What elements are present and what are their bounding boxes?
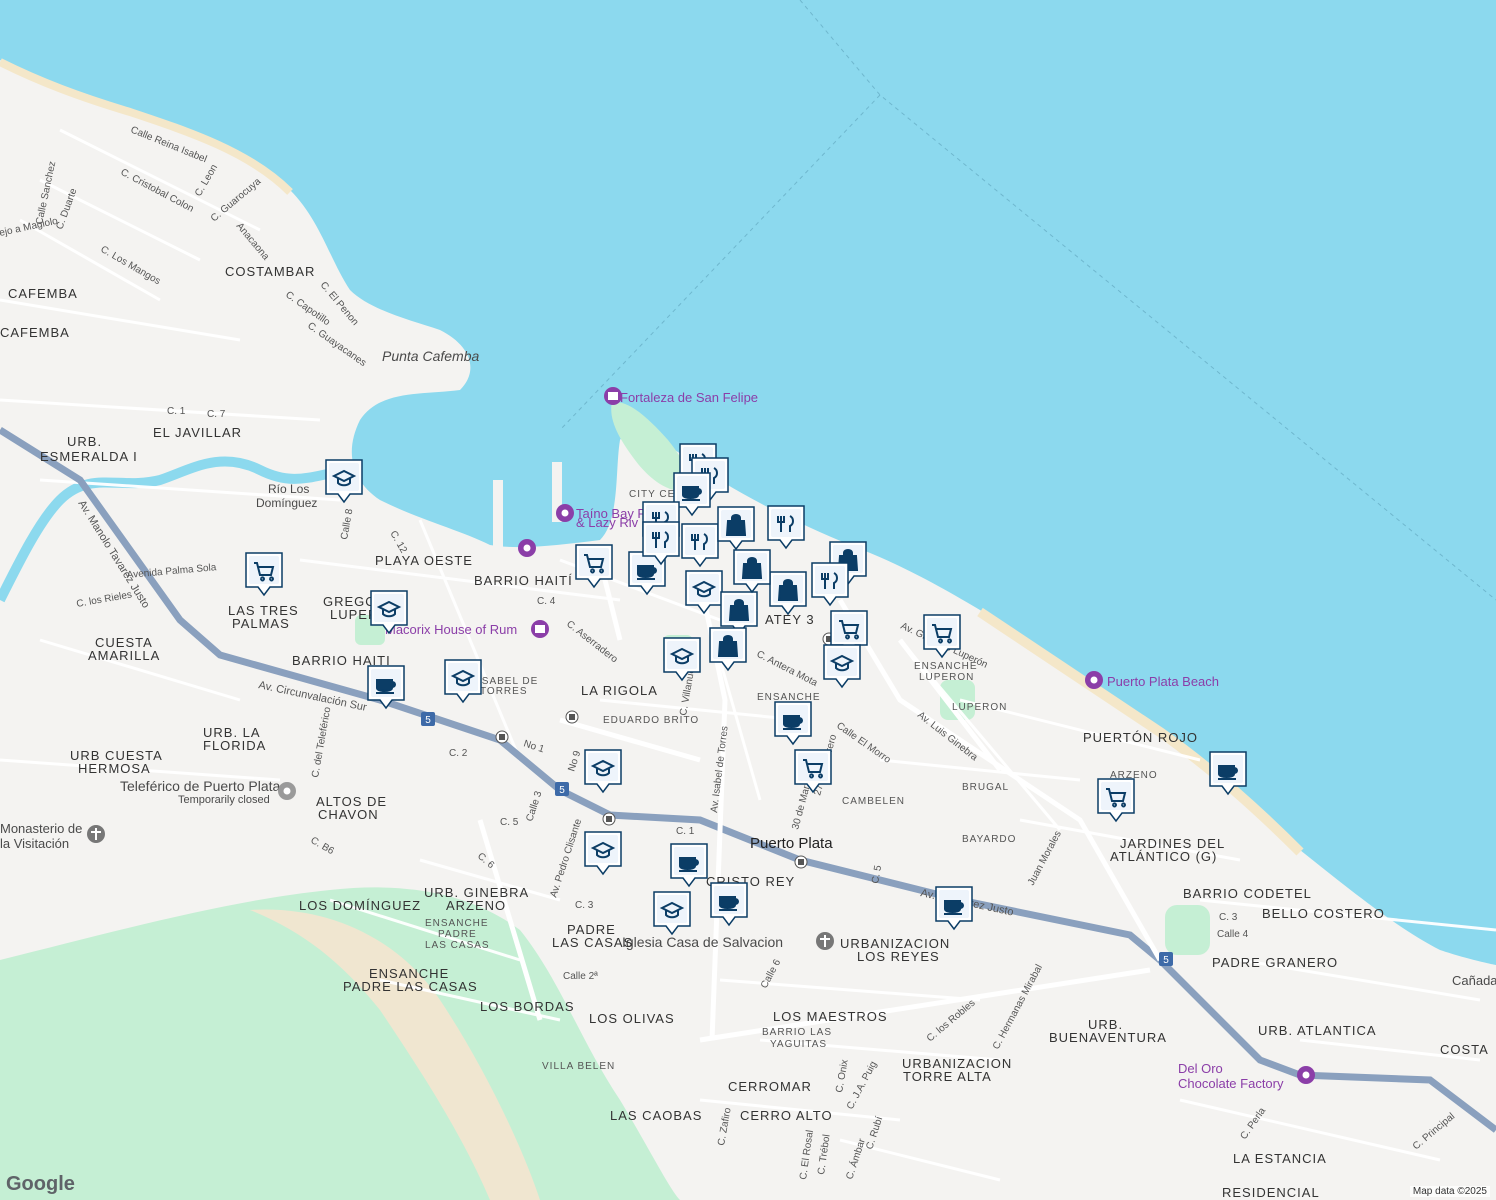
pier-2 <box>493 480 503 550</box>
nb-playa-oeste: PLAYA OESTE <box>375 553 473 568</box>
highway-shield-3: 5 <box>1159 952 1173 966</box>
poi-label-fortaleza[interactable]: Fortaleza de San Felipe <box>620 390 758 405</box>
label-punta-cafemba: Punta Cafemba <box>382 348 479 364</box>
camera-icon[interactable] <box>518 539 536 557</box>
label-canada: Cañada <box>1452 973 1496 988</box>
poi-label-iglesia[interactable]: Iglesia Casa de Salvacion <box>622 934 783 950</box>
nb-las-caobas: LAS CAOBAS <box>610 1108 702 1123</box>
svg-text:5: 5 <box>1163 955 1169 966</box>
camera-icon[interactable] <box>1085 671 1103 689</box>
museum-icon[interactable] <box>604 387 622 405</box>
svg-text:5: 5 <box>425 715 431 726</box>
nb-la-estancia: LA ESTANCIA <box>1233 1151 1327 1166</box>
street-calle-4: Calle 4 <box>1217 929 1249 940</box>
nb-las-yaguitas: BARRIO LAS <box>762 1027 832 1038</box>
street-c7: C. 7 <box>207 409 226 420</box>
bus-stop-icon[interactable] <box>602 812 616 826</box>
poi-label-monasterio[interactable]: Monasterio de <box>0 821 82 836</box>
nb-buenaventura-2: BUENAVENTURA <box>1049 1030 1167 1045</box>
street-c4: C. 4 <box>537 596 556 607</box>
nb-batey: ATEY 3 <box>765 612 815 627</box>
map-canvas[interactable]: Fortaleza de San Felipe Taíno Bay P… & L… <box>0 0 1496 1200</box>
nb-las-yaguitas-2: YAGUITAS <box>770 1039 827 1050</box>
nb-puerton-rojo: PUERTÓN ROJO <box>1083 730 1198 745</box>
nb-ensanche-plc-2: PADRE LAS CASAS <box>343 979 478 994</box>
nb-luperon: LUPERON <box>952 702 1007 713</box>
nb-esmeralda: URB. <box>67 434 102 449</box>
nb-residencial: RESIDENCIAL <box>1222 1185 1320 1200</box>
nb-cerromar: CERROMAR <box>728 1079 812 1094</box>
nb-atlantica: URB. ATLANTICA <box>1258 1023 1377 1038</box>
nb-los-maestros: LOS MAESTROS <box>773 1009 888 1024</box>
nb-cerro-alto: CERRO ALTO <box>740 1108 833 1123</box>
museum-icon[interactable] <box>531 620 549 638</box>
label-rio-los-dominguez-2: Domínguez <box>256 496 317 510</box>
street-c3-b: C. 3 <box>1219 912 1238 923</box>
nb-ensanche-plc-small-3: LAS CASAS <box>425 940 490 951</box>
label-rio-los-dominguez: Río Los <box>268 482 309 496</box>
camera-icon[interactable] <box>1297 1066 1315 1084</box>
street-c1-b: C. 1 <box>676 826 695 837</box>
nb-villa-belen: VILLA BELEN <box>542 1061 615 1072</box>
poi-label-teleferico[interactable]: Teleférico de Puerto Plata <box>120 778 281 794</box>
nb-codetel: BARRIO CODETEL <box>1183 886 1312 901</box>
street-c5: C. 5 <box>500 817 519 828</box>
nb-los-dominguez: LOS DOMÍNGUEZ <box>299 898 421 913</box>
camera-icon[interactable] <box>556 504 574 522</box>
city-label: Puerto Plata <box>750 835 833 852</box>
camera-icon[interactable] <box>278 782 296 800</box>
nb-padre-las-casas-2: LAS CASAS <box>552 935 633 950</box>
poi-label-taino-bay-2[interactable]: & Lazy Riv <box>576 515 639 530</box>
street-c3: C. 3 <box>575 900 594 911</box>
poi-label-chocolate-2[interactable]: Chocolate Factory <box>1178 1076 1284 1091</box>
nb-cuesta-hermosa-2: HERMOSA <box>78 761 151 776</box>
nb-padre-granero: PADRE GRANERO <box>1212 955 1338 970</box>
map-attribution[interactable]: Map data ©2025 <box>1409 1186 1490 1197</box>
nb-cafemba-2: CAFEMBA <box>0 325 70 340</box>
nb-torre-alta-2: TORRE ALTA <box>903 1069 992 1084</box>
highway-shield-2: 5 <box>555 782 569 796</box>
street-c2-a: C. 2 <box>449 748 468 759</box>
nb-barrio-haiti-1: BARRIO HAITÍ <box>474 573 573 588</box>
highway-shield-1: 5 <box>421 712 435 726</box>
nb-la-rigola: LA RIGOLA <box>581 683 658 698</box>
nb-ensanche-plc-small-2: PADRE <box>438 929 477 940</box>
nb-tres-palmas-2: PALMAS <box>232 616 290 631</box>
nb-cuesta-amarilla-2: AMARILLA <box>88 648 160 663</box>
nb-el-javillar: EL JAVILLAR <box>153 425 242 440</box>
nb-isabel-torres-2: TORRES <box>480 686 528 697</box>
nb-ensanche-luperon-2: LUPERON <box>919 672 974 683</box>
poi-label-chocolate[interactable]: Del Oro <box>1178 1061 1223 1076</box>
svg-text:5: 5 <box>559 785 565 796</box>
poi-label-teleferico-note: Temporarily closed <box>178 794 270 806</box>
nb-cafemba: CAFEMBA <box>8 286 78 301</box>
nb-brugal: BRUGAL <box>962 782 1009 793</box>
street-calle-2a: Calle 2ª <box>563 971 598 982</box>
poi-label-monasterio-2[interactable]: la Visitación <box>0 836 69 851</box>
bus-stop-icon[interactable] <box>794 855 808 869</box>
nb-costambar: COSTAMBAR <box>225 264 315 279</box>
nb-city-center: CITY CE <box>629 489 675 500</box>
bus-stop-icon[interactable] <box>495 730 509 744</box>
poi-label-beach[interactable]: Puerto Plata Beach <box>1107 674 1219 689</box>
church-icon[interactable] <box>87 825 105 843</box>
nb-los-olivas: LOS OLIVAS <box>589 1011 675 1026</box>
nb-ensanche-plc-small: ENSANCHE <box>425 918 489 929</box>
nb-esmeralda-2: ESMERALDA I <box>40 449 138 464</box>
nb-bello-costero: BELLO COSTERO <box>1262 906 1385 921</box>
street-c1-a: C. 1 <box>167 406 186 417</box>
nb-cambelen: CAMBELEN <box>842 796 905 807</box>
google-logo: Google <box>6 1173 75 1195</box>
nb-bayardo: BAYARDO <box>962 834 1016 845</box>
nb-costa: COSTA <box>1440 1042 1489 1057</box>
nb-jardines-2: ATLÁNTICO (G) <box>1110 849 1217 864</box>
nb-los-reyes-2: LOS REYES <box>857 949 940 964</box>
bus-stop-icon[interactable] <box>565 710 579 724</box>
church-icon[interactable] <box>816 932 834 950</box>
nb-la-florida-2: FLORIDA <box>203 738 266 753</box>
nb-los-bordas: LOS BORDAS <box>480 999 575 1014</box>
park-codetel <box>1165 905 1210 955</box>
nb-altos-chavon-2: CHAVON <box>318 807 379 822</box>
nb-ginebra-arzeno-2: ARZENO <box>446 898 506 913</box>
